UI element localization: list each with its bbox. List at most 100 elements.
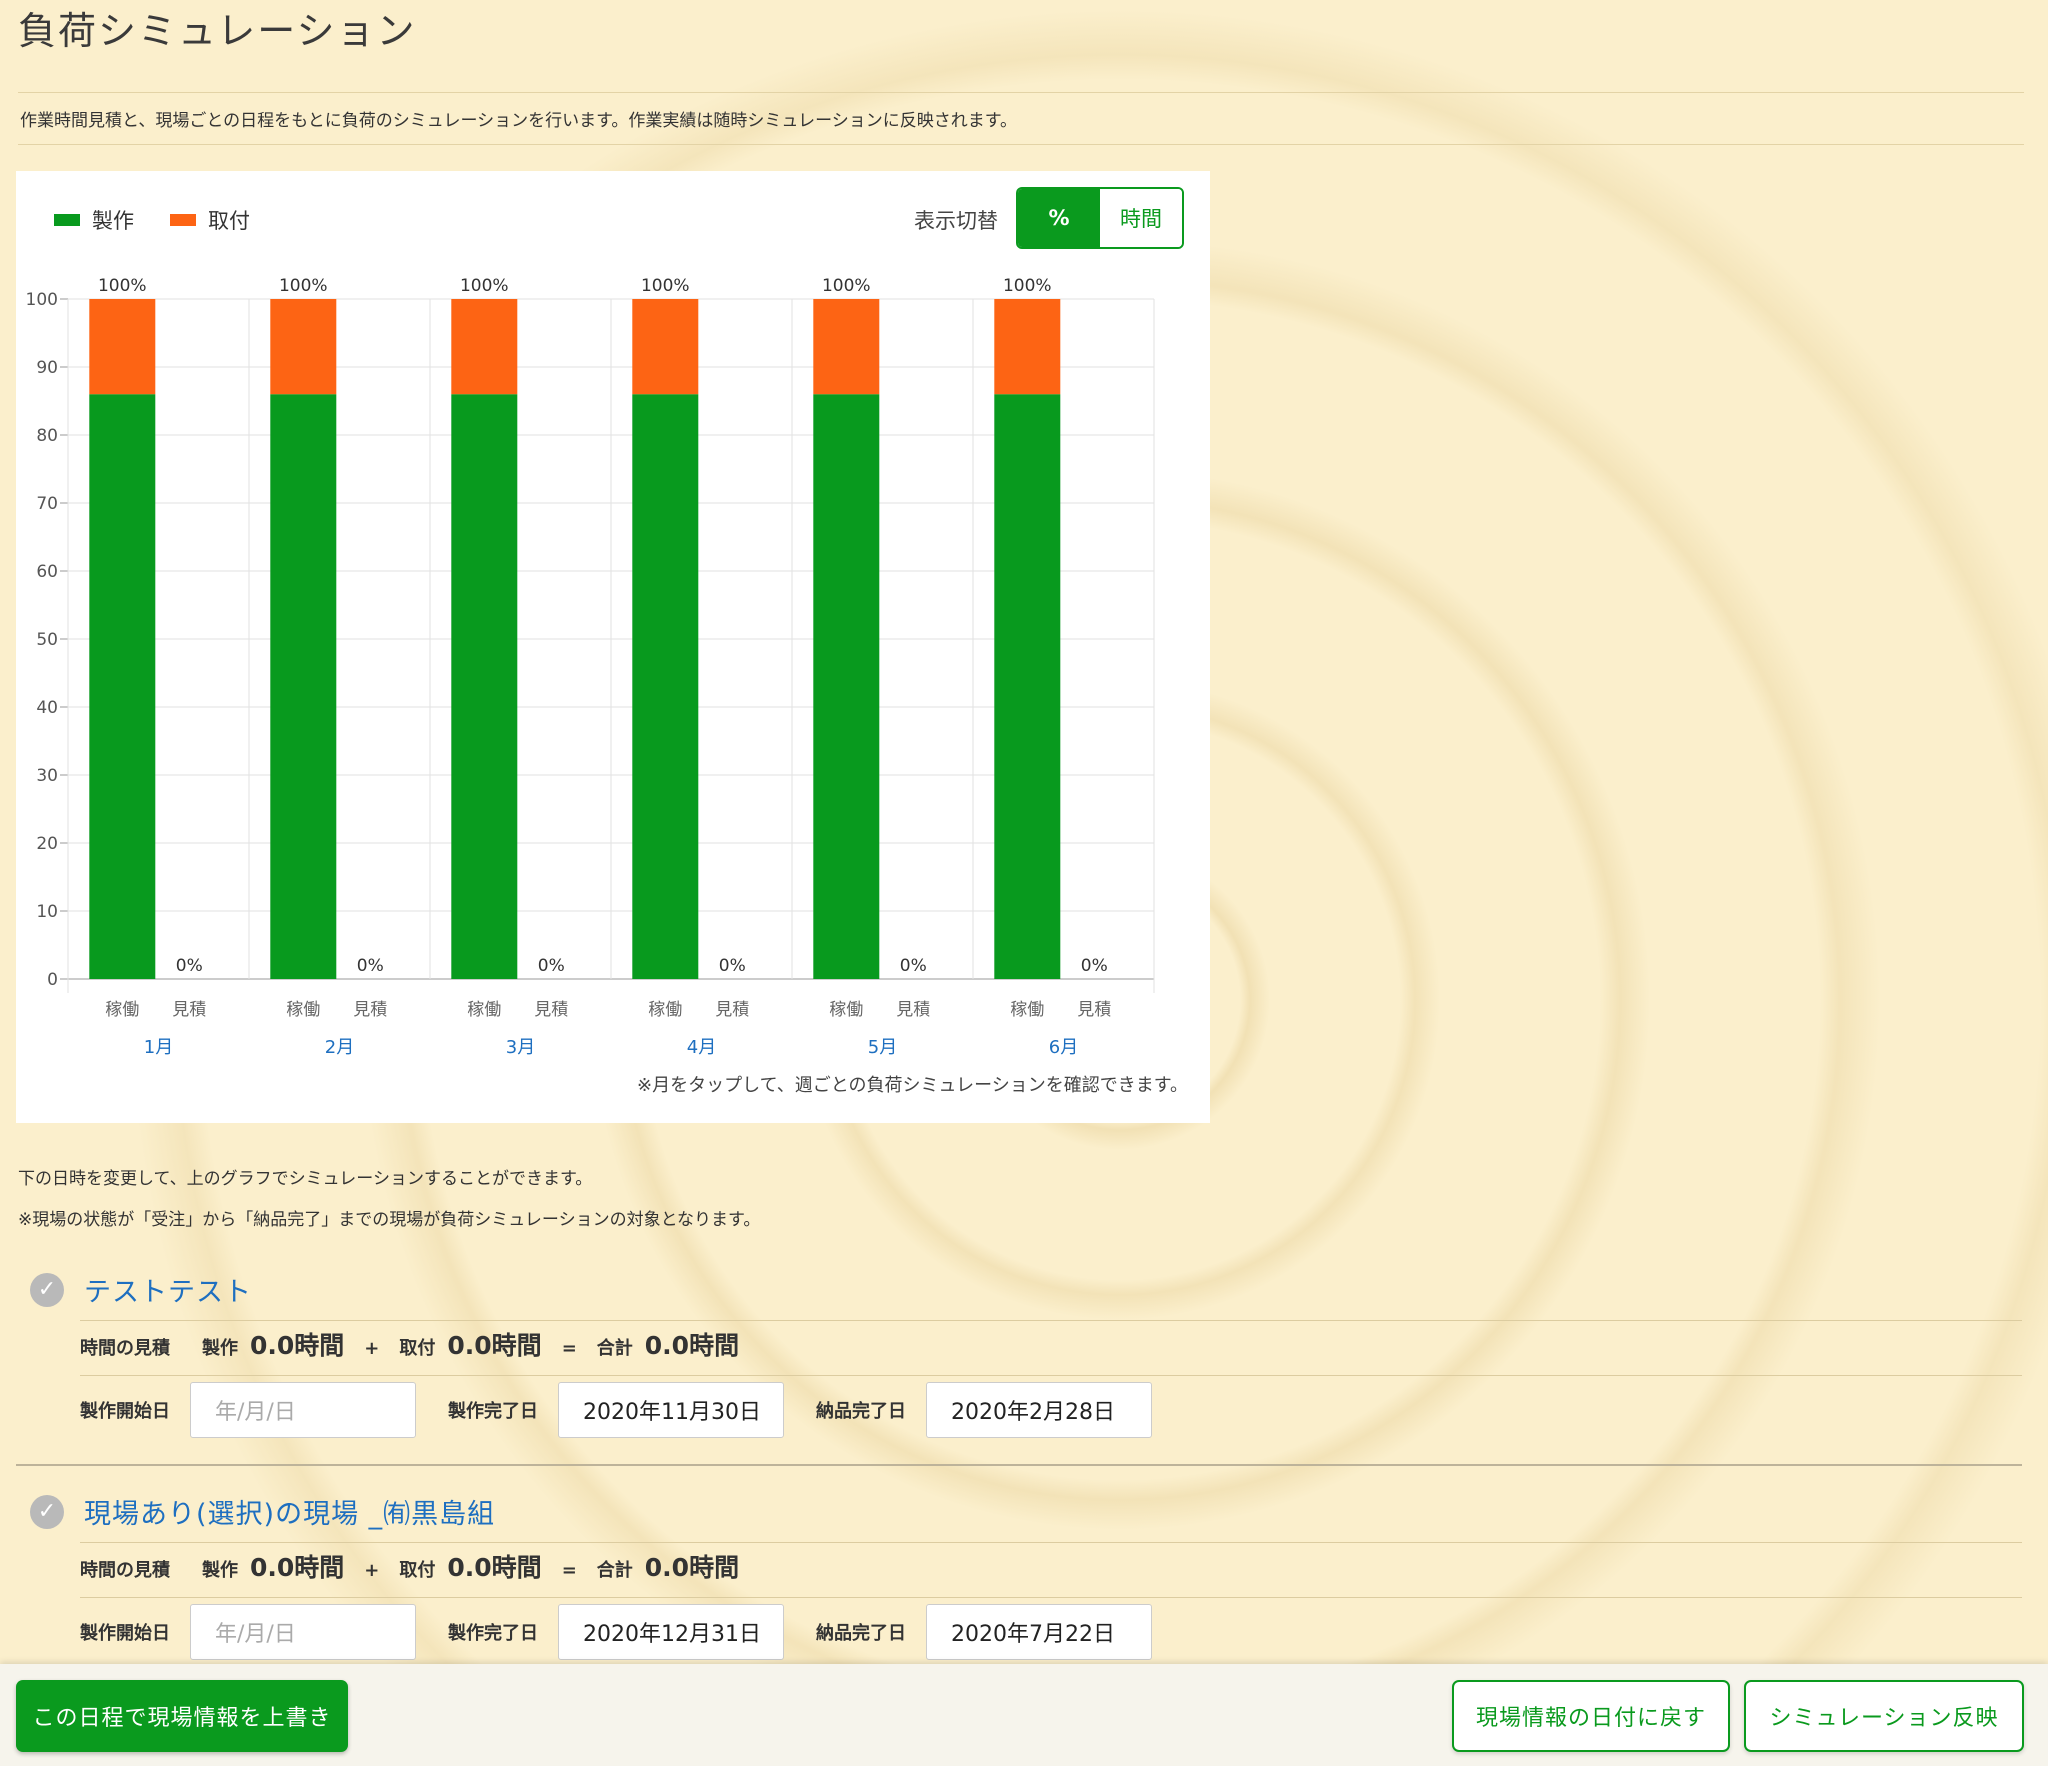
site-header: ✓ 現場あり(選択)の現場 _㈲黒島組 (30, 1492, 495, 1531)
x-subcategory-label: 稼働 (467, 1000, 501, 1020)
site-name-link[interactable]: テストテスト (84, 1270, 252, 1309)
make-done-date-input[interactable]: 2020年11月30日 (558, 1382, 784, 1438)
make-label: 製作 (202, 1560, 238, 1581)
x-subcategory-label: 見積 (715, 1000, 749, 1020)
bar-make (813, 394, 880, 979)
delivery-done-date-input[interactable]: 2020年2月28日 (926, 1382, 1152, 1438)
start-date-input[interactable]: 年/月/日 (190, 1382, 416, 1438)
x-subcategory-label: 稼働 (829, 1000, 863, 1020)
month-link[interactable]: 4月 (687, 1037, 716, 1058)
page-title: 負荷シミュレーション (18, 9, 417, 53)
data-label: 0% (900, 956, 927, 976)
site-header: ✓ テストテスト (30, 1270, 252, 1309)
month-link[interactable]: 2月 (325, 1037, 354, 1058)
bottom-action-bar: この日程で現場情報を上書き 現場情報の日付に戻す シミュレーション反映 (0, 1664, 2048, 1766)
y-tick-label: 0 (47, 970, 58, 990)
site-entry: ✓ テストテスト 時間の見積 製作 0.0時間 + 取付 0.0時間 = 合計 … (16, 1270, 2022, 1466)
data-label: 100% (1003, 276, 1052, 296)
month-link[interactable]: 3月 (506, 1037, 535, 1058)
bar-install (994, 299, 1061, 395)
y-tick-label: 70 (36, 494, 58, 514)
x-subcategory-label: 見積 (896, 1000, 930, 1020)
site-separator (16, 1464, 2022, 1466)
bar-make (270, 394, 337, 979)
total-hours-value: 0.0時間 (644, 1331, 740, 1360)
y-tick-label: 60 (36, 562, 58, 582)
divider (18, 144, 2024, 145)
data-label: 0% (176, 956, 203, 976)
equals-sign: = (561, 1560, 577, 1581)
delivery-done-label: 納品完了日 (816, 1401, 906, 1422)
install-label: 取付 (399, 1560, 436, 1581)
overwrite-site-info-button[interactable]: この日程で現場情報を上書き (16, 1680, 348, 1752)
bar-install (270, 299, 337, 395)
data-label: 100% (98, 276, 147, 296)
make-done-label: 製作完了日 (448, 1401, 538, 1422)
start-date-label: 製作開始日 (80, 1623, 170, 1644)
y-tick-label: 50 (36, 630, 58, 650)
total-label: 合計 (596, 1560, 633, 1581)
revert-dates-button[interactable]: 現場情報の日付に戻す (1452, 1680, 1730, 1752)
data-label: 100% (822, 276, 871, 296)
site-name-link[interactable]: 現場あり(選択)の現場 _㈲黒島組 (84, 1492, 495, 1531)
bar-install (813, 299, 880, 395)
month-link[interactable]: 5月 (868, 1037, 897, 1058)
bar-make (632, 394, 699, 979)
install-label: 取付 (399, 1338, 436, 1359)
plus-sign: + (364, 1338, 380, 1359)
page-intro: 作業時間見積と、現場ごとの日程をもとに負荷のシミュレーションを行います。作業実績… (20, 111, 1018, 131)
bar-make (89, 394, 156, 979)
make-hours-value: 0.0時間 (250, 1331, 345, 1360)
bar-install (89, 299, 156, 395)
x-subcategory-label: 稼働 (286, 1000, 320, 1020)
install-hours-value: 0.0時間 (447, 1331, 542, 1360)
plus-sign: + (364, 1560, 380, 1581)
start-date-input[interactable]: 年/月/日 (190, 1604, 416, 1660)
delivery-done-date-input[interactable]: 2020年7月22日 (926, 1604, 1152, 1660)
apply-simulation-button[interactable]: シミュレーション反映 (1744, 1680, 2024, 1752)
scope-note: ※現場の状態が「受注」から「納品完了」までの現場が負荷シミュレーションの対象とな… (18, 1210, 761, 1230)
total-hours-value: 0.0時間 (644, 1553, 740, 1582)
month-link[interactable]: 1月 (144, 1037, 173, 1058)
check-icon[interactable]: ✓ (30, 1272, 64, 1307)
make-done-label: 製作完了日 (448, 1623, 538, 1644)
month-link[interactable]: 6月 (1049, 1037, 1078, 1058)
total-label: 合計 (596, 1338, 633, 1359)
bar-install (632, 299, 699, 395)
y-tick-label: 40 (36, 698, 58, 718)
instruction-text: 下の日時を変更して、上のグラフでシミュレーションすることができます。 (18, 1169, 593, 1189)
site-entry: ✓ 現場あり(選択)の現場 _㈲黒島組 時間の見積 製作 0.0時間 + 取付 … (16, 1492, 2022, 1688)
date-row: 製作開始日 年/月/日 製作完了日 2020年12月31日 納品完了日 2020… (80, 1604, 1184, 1660)
estimate-row: 時間の見積 製作 0.0時間 + 取付 0.0時間 = 合計 0.0時間 (80, 1326, 739, 1362)
x-subcategory-label: 見積 (353, 1000, 387, 1020)
x-subcategory-label: 見積 (172, 1000, 206, 1020)
make-hours-value: 0.0時間 (250, 1553, 345, 1582)
chart-note: ※月をタップして、週ごとの負荷シミュレーションを確認できます。 (637, 1075, 1188, 1096)
y-tick-label: 90 (36, 358, 58, 378)
divider (80, 1320, 2022, 1321)
divider (18, 92, 2024, 93)
delivery-done-label: 納品完了日 (816, 1623, 906, 1644)
estimate-label: 時間の見積 (80, 1560, 170, 1581)
data-label: 0% (1081, 956, 1108, 976)
x-subcategory-label: 稼働 (1010, 1000, 1044, 1020)
x-subcategory-label: 稼働 (648, 1000, 682, 1020)
bar-install (451, 299, 518, 395)
data-label: 0% (719, 956, 746, 976)
x-subcategory-label: 見積 (534, 1000, 568, 1020)
estimate-label: 時間の見積 (80, 1338, 170, 1359)
divider (80, 1597, 2022, 1598)
make-done-date-input[interactable]: 2020年12月31日 (558, 1604, 784, 1660)
data-label: 100% (641, 276, 690, 296)
load-chart: 0 10 20 30 40 50 60 70 80 90 100 100% 稼働 0% 見積 1月 100% 稼働… (26, 276, 1155, 1058)
y-tick-label: 30 (36, 766, 58, 786)
y-tick-label: 10 (36, 902, 58, 922)
y-tick-label: 80 (36, 426, 58, 446)
data-label: 0% (357, 956, 384, 976)
y-tick-label: 100 (26, 290, 58, 310)
bar-make (994, 394, 1061, 979)
make-label: 製作 (202, 1338, 238, 1359)
data-label: 100% (460, 276, 509, 296)
equals-sign: = (561, 1338, 577, 1359)
check-icon[interactable]: ✓ (30, 1494, 64, 1529)
